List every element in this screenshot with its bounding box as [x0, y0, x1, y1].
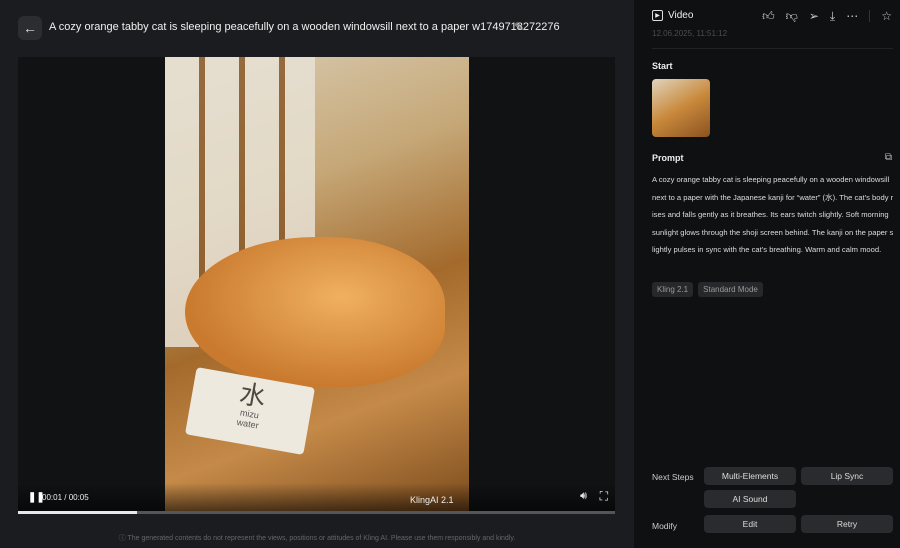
star-icon[interactable]: ☆ [881, 9, 892, 24]
start-label: Start [652, 61, 673, 71]
multi-elements-button[interactable]: Multi-Elements [704, 467, 796, 485]
cat-image [185, 237, 445, 387]
panel-header: ▶ Video [652, 10, 693, 21]
copy-icon[interactable]: ⧉ [885, 152, 892, 163]
player-controls: ❚❚ 00:01 / 00:05 🔊︎ ⛶ [18, 483, 615, 513]
back-button[interactable]: ← [18, 16, 42, 40]
disclaimer: ⓘ The generated contents do not represen… [118, 535, 516, 542]
details-panel: ▶ Video 👍︎ 👎︎ ➢ ⤓ ⋯ ☆ 12.06.2025, 11:51:1… [634, 0, 900, 548]
divider [869, 10, 871, 22]
arrow-left-icon: ← [23, 20, 37, 36]
model-tag: Kling 2.1 [652, 282, 694, 297]
progress-bar[interactable] [18, 511, 615, 514]
progress-fill [18, 511, 138, 514]
watermark: KlingAI 2.1 [410, 495, 454, 505]
page-title: A cozy orange tabby cat is sleeping peac… [49, 21, 560, 33]
share-icon[interactable]: ➢ [809, 9, 819, 24]
main-area: ← A cozy orange tabby cat is sleeping pe… [0, 0, 634, 548]
tags: Kling 2.1 Standard Mode [652, 282, 763, 297]
video-frame: 水 mizu water KlingAI 2.1 [165, 57, 469, 513]
lip-sync-button[interactable]: Lip Sync [801, 467, 893, 485]
prompt-text: A cozy orange tabby cat is sleeping peac… [652, 175, 894, 254]
thumbs-down-icon[interactable]: 👎︎ [786, 9, 798, 24]
thumbs-up-icon[interactable]: 👍︎ [762, 9, 775, 24]
panel-type: Video [668, 10, 694, 21]
modify-label: Modify [652, 521, 678, 531]
mode-tag: Standard Mode [698, 282, 763, 297]
action-bar: 👍︎ 👎︎ ➢ ⤓ ⋯ ☆ [762, 9, 892, 24]
ai-sound-button[interactable]: AI Sound [704, 490, 796, 508]
video-player[interactable]: 水 mizu water KlingAI 2.1 ❚❚ 00:01 / 00:0… [18, 57, 615, 513]
retry-button[interactable]: Retry [801, 515, 893, 533]
more-icon[interactable]: ⋯ [846, 9, 858, 24]
date: 12.06.2025, 11:51:12 [652, 29, 728, 38]
divider [652, 48, 893, 49]
volume-icon[interactable]: 🔊︎ [580, 490, 587, 503]
next-steps-label: Next Steps [652, 472, 694, 482]
edit-title-icon[interactable]: ✎ [514, 20, 524, 34]
download-icon[interactable]: ⤓ [830, 9, 835, 24]
start-thumbnail[interactable] [652, 79, 710, 137]
edit-button[interactable]: Edit [704, 515, 796, 533]
time-display: 00:01 / 00:05 [42, 493, 89, 502]
prompt-label: Prompt [652, 153, 684, 163]
fullscreen-icon[interactable]: ⛶ [600, 489, 608, 504]
video-icon: ▶ [652, 10, 663, 21]
